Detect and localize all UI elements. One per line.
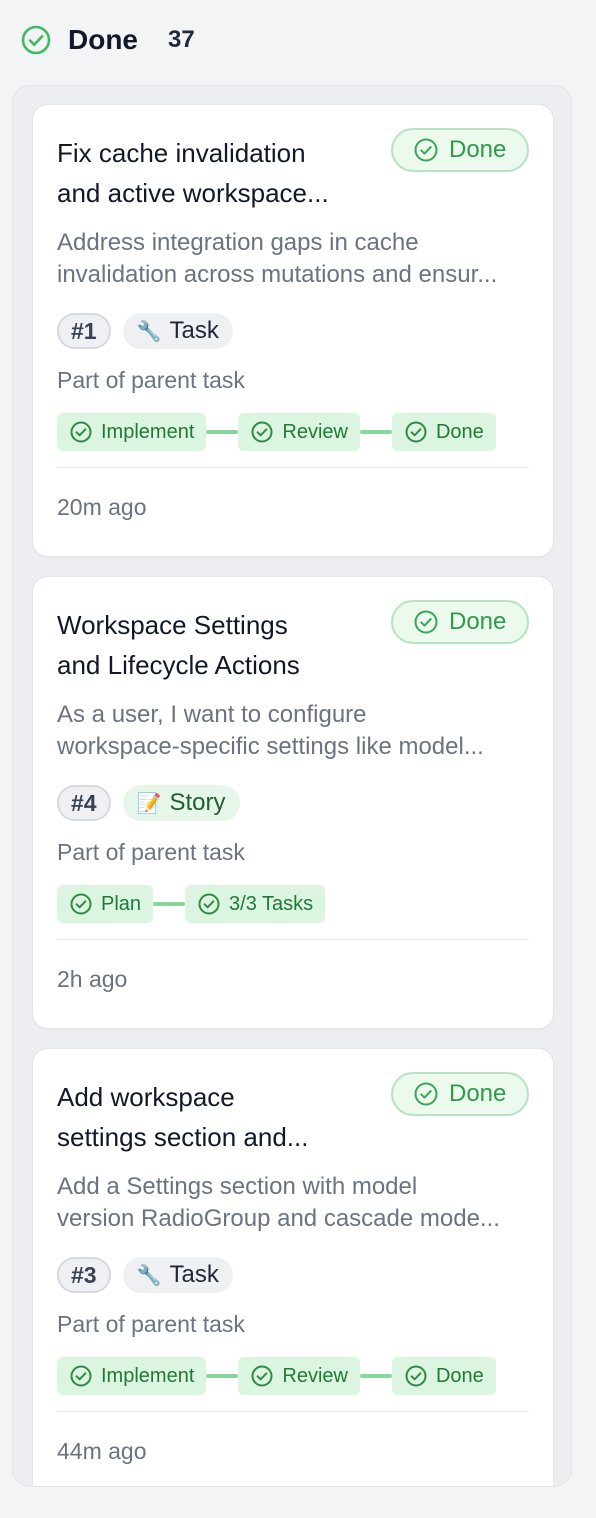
card-description: As a user, I want to configure workspace… — [57, 701, 484, 760]
status-label: Done — [449, 1080, 507, 1107]
step-connector — [153, 902, 186, 906]
check-circle-icon — [70, 1365, 92, 1387]
status-badge: Done — [391, 600, 529, 644]
step-connector — [359, 1374, 392, 1378]
card-description: Add a Settings section with model versio… — [57, 1173, 500, 1232]
task-id-badge: #1 — [57, 313, 111, 349]
workflow-steps: Plan 3/3 Tasks — [57, 885, 326, 923]
type-badge: 🔧 Task — [122, 1257, 233, 1293]
task-card[interactable]: Fix cache invalidation and active worksp… — [32, 104, 554, 557]
step-done: Done — [391, 413, 496, 451]
updated-time: 20m ago — [57, 494, 147, 520]
check-circle-icon — [70, 421, 92, 443]
check-circle-icon — [405, 1365, 427, 1387]
parent-link[interactable]: Part of parent task — [57, 1311, 245, 1338]
check-circle-icon — [405, 421, 427, 443]
column-count: 37 — [168, 26, 195, 53]
step-review: Review — [238, 413, 360, 451]
task-card[interactable]: Workspace Settings and Lifecycle Actions… — [32, 576, 554, 1029]
check-circle-icon — [251, 1365, 273, 1387]
memo-icon: 📝 — [136, 792, 162, 815]
status-label: Done — [449, 608, 507, 635]
card-divider — [57, 467, 529, 468]
card-divider — [57, 939, 529, 940]
step-connector — [206, 430, 239, 434]
workflow-steps: Implement Review Done — [57, 413, 496, 451]
step-done: Done — [391, 1357, 496, 1395]
card-title: Fix cache invalidation and active worksp… — [57, 138, 329, 208]
step-plan: Plan — [57, 885, 154, 923]
parent-link[interactable]: Part of parent task — [57, 839, 245, 866]
card-tags: #4 📝 Story — [57, 785, 240, 821]
task-id-badge: #3 — [57, 1257, 111, 1293]
card-description: Address integration gaps in cache invali… — [57, 229, 498, 288]
card-title: Workspace Settings and Lifecycle Actions — [57, 610, 300, 680]
check-circle-icon — [414, 1082, 438, 1106]
step-implement: Implement — [57, 1357, 207, 1395]
check-circle-icon — [414, 610, 438, 634]
type-label: Task — [169, 317, 219, 344]
card-divider — [57, 1411, 529, 1412]
workflow-steps: Implement Review Done — [57, 1357, 496, 1395]
type-label: Task — [169, 1261, 219, 1288]
check-circle-icon — [70, 893, 92, 915]
type-label: Story — [169, 789, 226, 816]
task-card[interactable]: Add workspace settings section and... Do… — [32, 1048, 554, 1486]
check-circle-icon — [20, 24, 52, 56]
card-title: Add workspace settings section and... — [57, 1082, 309, 1152]
status-badge: Done — [391, 128, 529, 172]
status-label: Done — [449, 136, 507, 163]
check-circle-icon — [251, 421, 273, 443]
column-header: Done 37 — [0, 0, 596, 80]
done-column: Fix cache invalidation and active worksp… — [12, 85, 572, 1487]
check-circle-icon — [198, 893, 220, 915]
step-connector — [359, 430, 392, 434]
step-connector — [206, 1374, 239, 1378]
updated-time: 2h ago — [57, 966, 128, 992]
updated-time: 44m ago — [57, 1438, 147, 1464]
wrench-icon: 🔧 — [136, 1264, 162, 1287]
task-id-badge: #4 — [57, 785, 111, 821]
step-implement: Implement — [57, 413, 207, 451]
step-tasks: 3/3 Tasks — [185, 885, 326, 923]
column-title: Done — [68, 24, 138, 55]
card-tags: #1 🔧 Task — [57, 313, 233, 349]
check-circle-icon — [414, 138, 438, 162]
status-badge: Done — [391, 1072, 529, 1116]
wrench-icon: 🔧 — [136, 320, 162, 343]
card-tags: #3 🔧 Task — [57, 1257, 233, 1293]
type-badge: 🔧 Task — [122, 313, 233, 349]
step-review: Review — [238, 1357, 360, 1395]
type-badge: 📝 Story — [122, 785, 240, 821]
parent-link[interactable]: Part of parent task — [57, 367, 245, 394]
